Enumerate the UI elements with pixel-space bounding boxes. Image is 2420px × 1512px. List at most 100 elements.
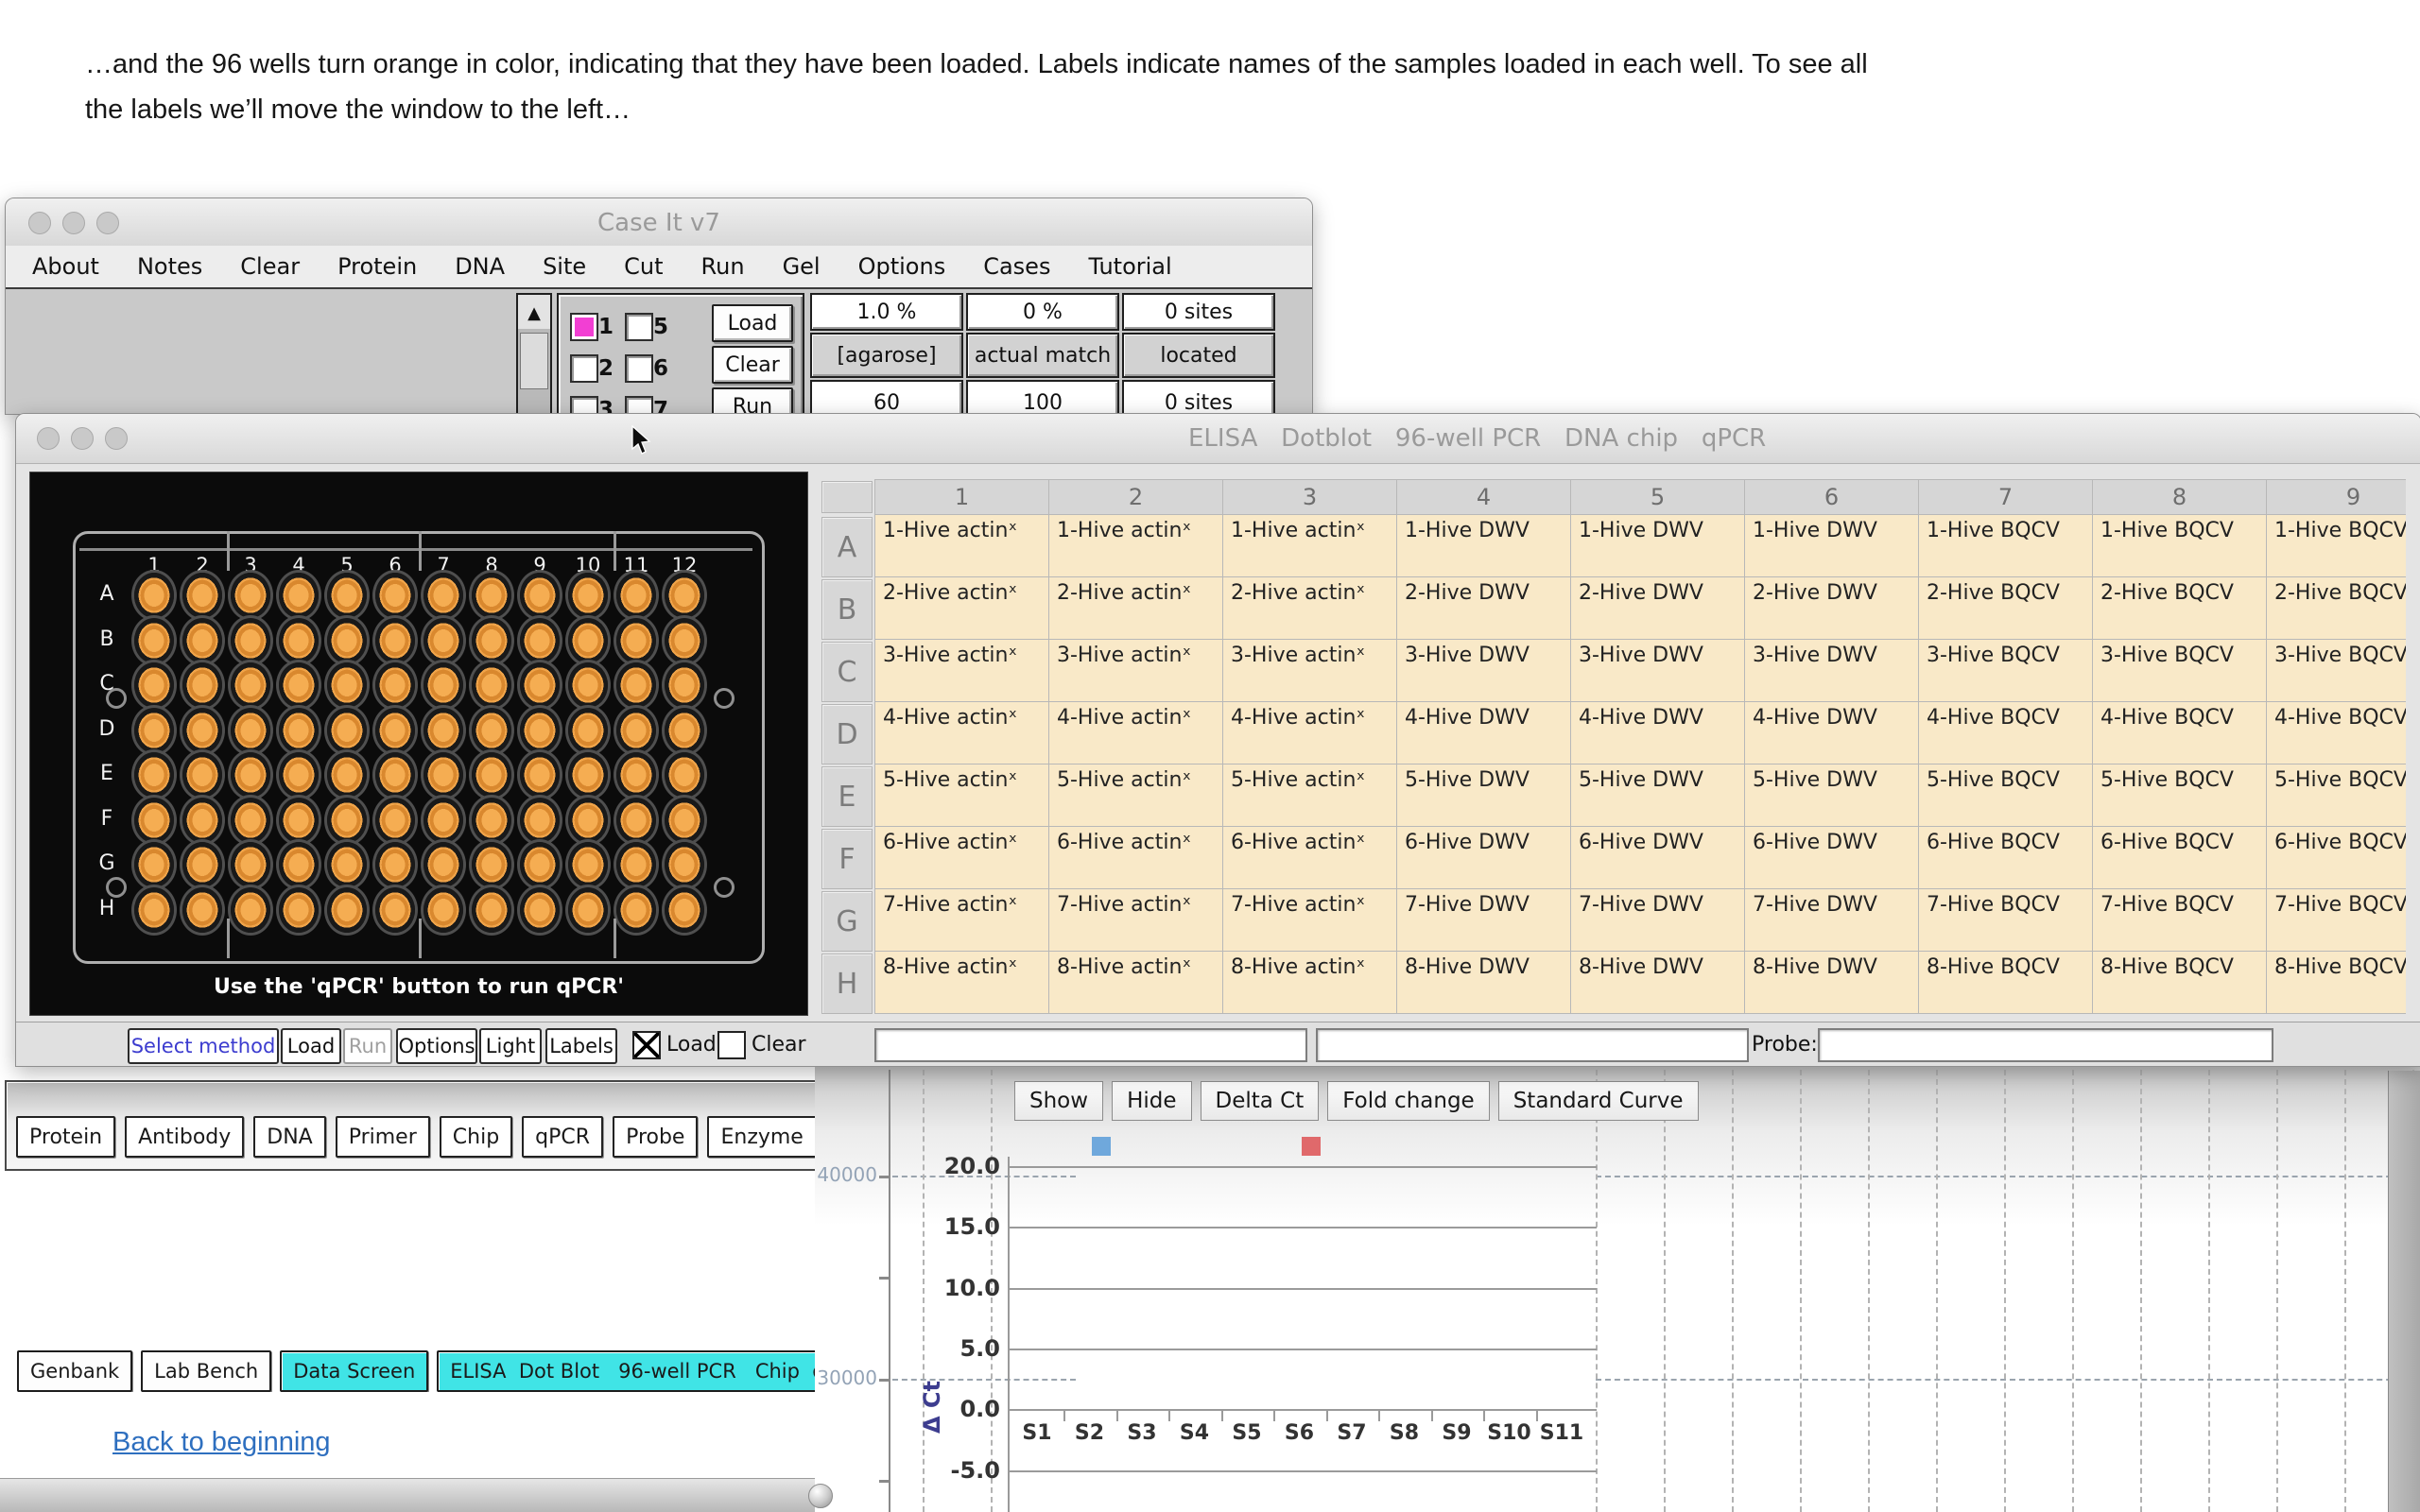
primer-button[interactable]: Primer xyxy=(336,1116,430,1158)
zoom-window-button[interactable] xyxy=(105,427,128,450)
well-G1[interactable] xyxy=(134,842,174,887)
table-cell-A4[interactable]: 1-Hive DWV xyxy=(1397,515,1570,576)
well-H6[interactable] xyxy=(375,887,415,933)
table-cell-C6[interactable]: 3-Hive DWV xyxy=(1745,640,1918,701)
hide-button[interactable]: Hide xyxy=(1112,1081,1191,1121)
table-row-header-A[interactable]: A xyxy=(821,517,873,577)
table-cell-C4[interactable]: 3-Hive DWV xyxy=(1397,640,1570,701)
tab-genbank[interactable]: Genbank xyxy=(17,1350,132,1392)
table-cell-F3[interactable]: 6-Hive actinˣ xyxy=(1223,827,1396,888)
well-C4[interactable] xyxy=(279,662,319,708)
menu-options[interactable]: Options xyxy=(858,253,946,280)
table-cell-H8[interactable]: 8-Hive BQCV xyxy=(2093,952,2266,1013)
table-cell-B6[interactable]: 2-Hive DWV xyxy=(1745,577,1918,639)
protein-button[interactable]: Protein xyxy=(16,1116,115,1158)
table-cell-E9[interactable]: 5-Hive BQCV xyxy=(2267,765,2406,826)
chip-button[interactable]: Chip xyxy=(440,1116,512,1158)
well-H1[interactable] xyxy=(134,887,174,933)
well-D5[interactable] xyxy=(327,708,367,753)
table-cell-F9[interactable]: 6-Hive BQCV xyxy=(2267,827,2406,888)
table-cell-G9[interactable]: 7-Hive BQCV xyxy=(2267,889,2406,951)
load-button[interactable]: Load xyxy=(712,304,793,342)
table-cell-B8[interactable]: 2-Hive BQCV xyxy=(2093,577,2266,639)
well-H10[interactable] xyxy=(568,887,608,933)
menu-cut[interactable]: Cut xyxy=(624,253,663,280)
table-col-header-1[interactable]: 1 xyxy=(875,480,1048,514)
well-D4[interactable] xyxy=(279,708,319,753)
well-D11[interactable] xyxy=(616,708,656,753)
well-D10[interactable] xyxy=(568,708,608,753)
table-cell-E1[interactable]: 5-Hive actinˣ xyxy=(875,765,1048,826)
well-G7[interactable] xyxy=(424,842,463,887)
light-button[interactable]: Light xyxy=(479,1028,542,1064)
menu-clear[interactable]: Clear xyxy=(240,253,300,280)
menu-about[interactable]: About xyxy=(32,253,99,280)
well-H8[interactable] xyxy=(472,887,511,933)
table-cell-A1[interactable]: 1-Hive actinˣ xyxy=(875,515,1048,576)
scrollbar-thumb[interactable] xyxy=(520,333,548,389)
options-button[interactable]: Options xyxy=(396,1028,477,1064)
well-B2[interactable] xyxy=(182,618,222,663)
well-A2[interactable] xyxy=(182,573,222,618)
menu-gel[interactable]: Gel xyxy=(783,253,821,280)
well-B6[interactable] xyxy=(375,618,415,663)
table-cell-H4[interactable]: 8-Hive DWV xyxy=(1397,952,1570,1013)
well-C6[interactable] xyxy=(375,662,415,708)
well-H9[interactable] xyxy=(520,887,560,933)
table-col-header-7[interactable]: 7 xyxy=(1919,480,2092,514)
table-row-header-E[interactable]: E xyxy=(821,766,873,827)
table-cell-D2[interactable]: 4-Hive actinˣ xyxy=(1049,702,1222,764)
well-A7[interactable] xyxy=(424,573,463,618)
well-B10[interactable] xyxy=(568,618,608,663)
table-cell-A5[interactable]: 1-Hive DWV xyxy=(1571,515,1744,576)
table-cell-B4[interactable]: 2-Hive DWV xyxy=(1397,577,1570,639)
well-E11[interactable] xyxy=(616,752,656,798)
well-B1[interactable] xyxy=(134,618,174,663)
table-col-header-3[interactable]: 3 xyxy=(1223,480,1396,514)
well-E7[interactable] xyxy=(424,752,463,798)
scroll-up-button[interactable]: ▲ xyxy=(516,293,552,333)
well-E10[interactable] xyxy=(568,752,608,798)
table-cell-H6[interactable]: 8-Hive DWV xyxy=(1745,952,1918,1013)
table-cell-E5[interactable]: 5-Hive DWV xyxy=(1571,765,1744,826)
table-cell-D3[interactable]: 4-Hive actinˣ xyxy=(1223,702,1396,764)
lane-checkbox-1[interactable] xyxy=(570,313,598,341)
standard-curve-button[interactable]: Standard Curve xyxy=(1498,1081,1699,1121)
table-row-header-H[interactable]: H xyxy=(821,954,873,1014)
minimize-window-button[interactable] xyxy=(71,427,94,450)
table-col-header-8[interactable]: 8 xyxy=(2093,480,2266,514)
tab-elisa[interactable]: ELISA Dot Blot 96-well PCR Chip qPCR xyxy=(437,1350,827,1392)
antibody-button[interactable]: Antibody xyxy=(125,1116,244,1158)
sample-field-2[interactable] xyxy=(1316,1028,1749,1062)
table-cell-H9[interactable]: 8-Hive BQCV xyxy=(2267,952,2406,1013)
well-F6[interactable] xyxy=(375,798,415,843)
table-cell-H1[interactable]: 8-Hive actinˣ xyxy=(875,952,1048,1013)
table-cell-G4[interactable]: 7-Hive DWV xyxy=(1397,889,1570,951)
table-cell-B3[interactable]: 2-Hive actinˣ xyxy=(1223,577,1396,639)
well-F7[interactable] xyxy=(424,798,463,843)
table-cell-F6[interactable]: 6-Hive DWV xyxy=(1745,827,1918,888)
well-C1[interactable] xyxy=(134,662,174,708)
table-cell-B9[interactable]: 2-Hive BQCV xyxy=(2267,577,2406,639)
table-cell-E2[interactable]: 5-Hive actinˣ xyxy=(1049,765,1222,826)
table-cell-E7[interactable]: 5-Hive BQCV xyxy=(1919,765,2092,826)
table-cell-H3[interactable]: 8-Hive actinˣ xyxy=(1223,952,1396,1013)
well-H12[interactable] xyxy=(665,887,704,933)
well-E1[interactable] xyxy=(134,752,174,798)
menu-cases[interactable]: Cases xyxy=(983,253,1050,280)
close-window-button[interactable] xyxy=(37,427,60,450)
clear-button[interactable]: Clear xyxy=(712,346,793,384)
well-A4[interactable] xyxy=(279,573,319,618)
well-C10[interactable] xyxy=(568,662,608,708)
table-cell-C2[interactable]: 3-Hive actinˣ xyxy=(1049,640,1222,701)
well-G5[interactable] xyxy=(327,842,367,887)
table-cell-B2[interactable]: 2-Hive actinˣ xyxy=(1049,577,1222,639)
table-cell-F1[interactable]: 6-Hive actinˣ xyxy=(875,827,1048,888)
qpcr-button[interactable]: qPCR xyxy=(522,1116,603,1158)
well-A5[interactable] xyxy=(327,573,367,618)
well-A12[interactable] xyxy=(665,573,704,618)
table-cell-H2[interactable]: 8-Hive actinˣ xyxy=(1049,952,1222,1013)
well-C7[interactable] xyxy=(424,662,463,708)
lane-checkbox-5[interactable] xyxy=(625,313,653,341)
table-cell-G6[interactable]: 7-Hive DWV xyxy=(1745,889,1918,951)
